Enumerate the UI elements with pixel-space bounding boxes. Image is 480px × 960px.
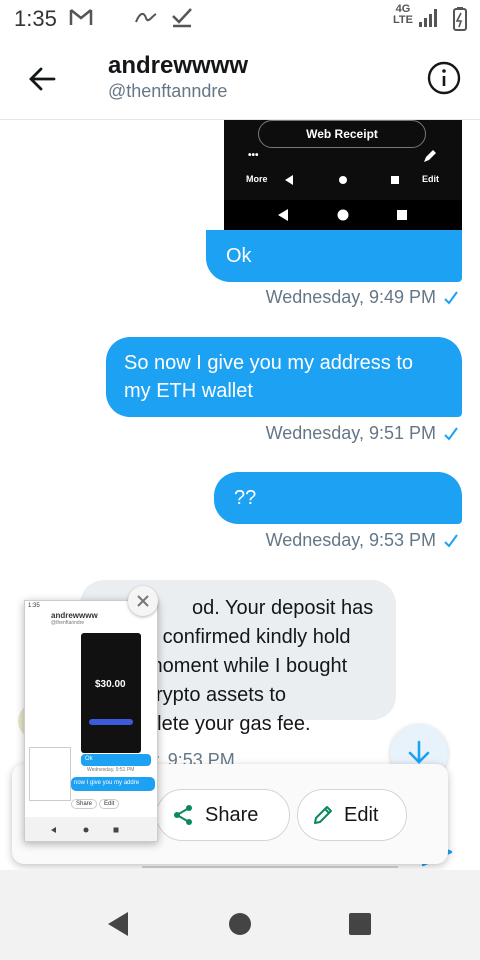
message-image-attachment[interactable]: Web Receipt ••• More Edit — [224, 120, 462, 230]
status-time: 1:35 — [14, 6, 57, 31]
screenshot-thumbnail[interactable]: 1:35 andrewwww @thenftanndre $30.00 Ok W… — [24, 600, 158, 842]
recents-square-icon — [397, 210, 407, 220]
gmail-icon — [69, 9, 93, 25]
thumb-nested-preview — [29, 747, 71, 801]
message-bubble-outgoing[interactable]: So now I give you my address to my ETH w… — [106, 337, 462, 417]
message-meta: Wednesday, 9:53 PM — [266, 530, 460, 551]
thumb-amount: $30.00 — [95, 679, 126, 690]
edit-button[interactable]: Edit — [297, 789, 407, 841]
signature-icon — [135, 12, 157, 23]
thumb-ok: Ok — [85, 756, 93, 762]
status-bar: 1:35 4G LTE — [0, 0, 480, 40]
message-text: So now I give you my address to my ETH w… — [124, 352, 414, 402]
thumb-share: Share — [71, 799, 98, 809]
pencil-icon — [424, 150, 436, 162]
thumb-receipt-image: $30.00 — [81, 633, 141, 753]
recents-square-icon — [391, 176, 399, 184]
home-circle-icon — [337, 209, 349, 221]
home-circle-icon — [339, 176, 347, 184]
contact-name[interactable]: andrewwww — [108, 52, 248, 80]
sent-check-icon — [444, 426, 458, 441]
thumb-handle: @thenftanndre — [51, 620, 85, 626]
message-text: Ok — [226, 245, 252, 267]
sent-check-icon — [444, 533, 458, 548]
contact-handle[interactable]: @thenftanndre — [108, 81, 227, 102]
more-label: More — [246, 174, 268, 184]
message-meta: Wednesday, 9:51 PM — [266, 423, 460, 444]
signal-icon — [419, 9, 437, 27]
more-dots-icon: ••• — [248, 150, 259, 161]
arrow-down-icon — [408, 740, 430, 764]
message-text: ?? — [234, 487, 257, 509]
thumb-name: andrewwww — [51, 611, 98, 620]
back-arrow-icon[interactable] — [26, 62, 60, 96]
thumb-snippet: now I give you my addre — [74, 780, 140, 786]
back-triangle-icon — [285, 175, 293, 185]
info-icon[interactable] — [426, 60, 462, 96]
sent-check-icon — [444, 290, 458, 305]
message-timestamp: Wednesday, 9:51 PM — [265, 423, 436, 443]
thumb-edit: Edit — [99, 799, 120, 809]
message-timestamp: Wednesday, 9:53 PM — [265, 530, 436, 550]
recents-square-icon[interactable] — [346, 910, 374, 938]
share-button[interactable]: Share — [156, 789, 290, 841]
thumb-time: 1:35 — [28, 603, 40, 609]
share-icon — [174, 805, 192, 825]
system-nav-bar — [0, 870, 480, 960]
share-label: Share — [205, 803, 259, 826]
edit-label: Edit — [422, 174, 439, 184]
message-bubble-outgoing[interactable]: ?? — [214, 472, 462, 524]
home-circle-icon[interactable] — [226, 910, 254, 938]
battery-icon — [453, 7, 467, 31]
conversation-header: andrewwww @thenftanndre — [0, 40, 480, 120]
check-done-icon — [172, 8, 192, 28]
message-meta: Wednesday, 9:49 PM — [266, 287, 460, 308]
close-thumbnail-button[interactable] — [128, 586, 158, 616]
message-timestamp: Wednesday, 9:49 PM — [265, 287, 436, 307]
image-navbar — [224, 200, 462, 230]
pencil-icon — [314, 806, 332, 824]
composer-input[interactable] — [142, 866, 398, 868]
thumb-navbar — [25, 817, 157, 841]
edit-label: Edit — [344, 803, 379, 826]
thumb-timestamp: Wednesday, 9:51 PM — [87, 767, 135, 773]
back-triangle-icon[interactable] — [104, 910, 132, 938]
network-type: 4G LTE — [393, 3, 413, 26]
web-receipt-button: Web Receipt — [258, 120, 426, 148]
message-bubble-outgoing[interactable]: Ok — [206, 230, 462, 282]
back-triangle-icon — [278, 209, 288, 221]
close-icon — [137, 595, 149, 607]
